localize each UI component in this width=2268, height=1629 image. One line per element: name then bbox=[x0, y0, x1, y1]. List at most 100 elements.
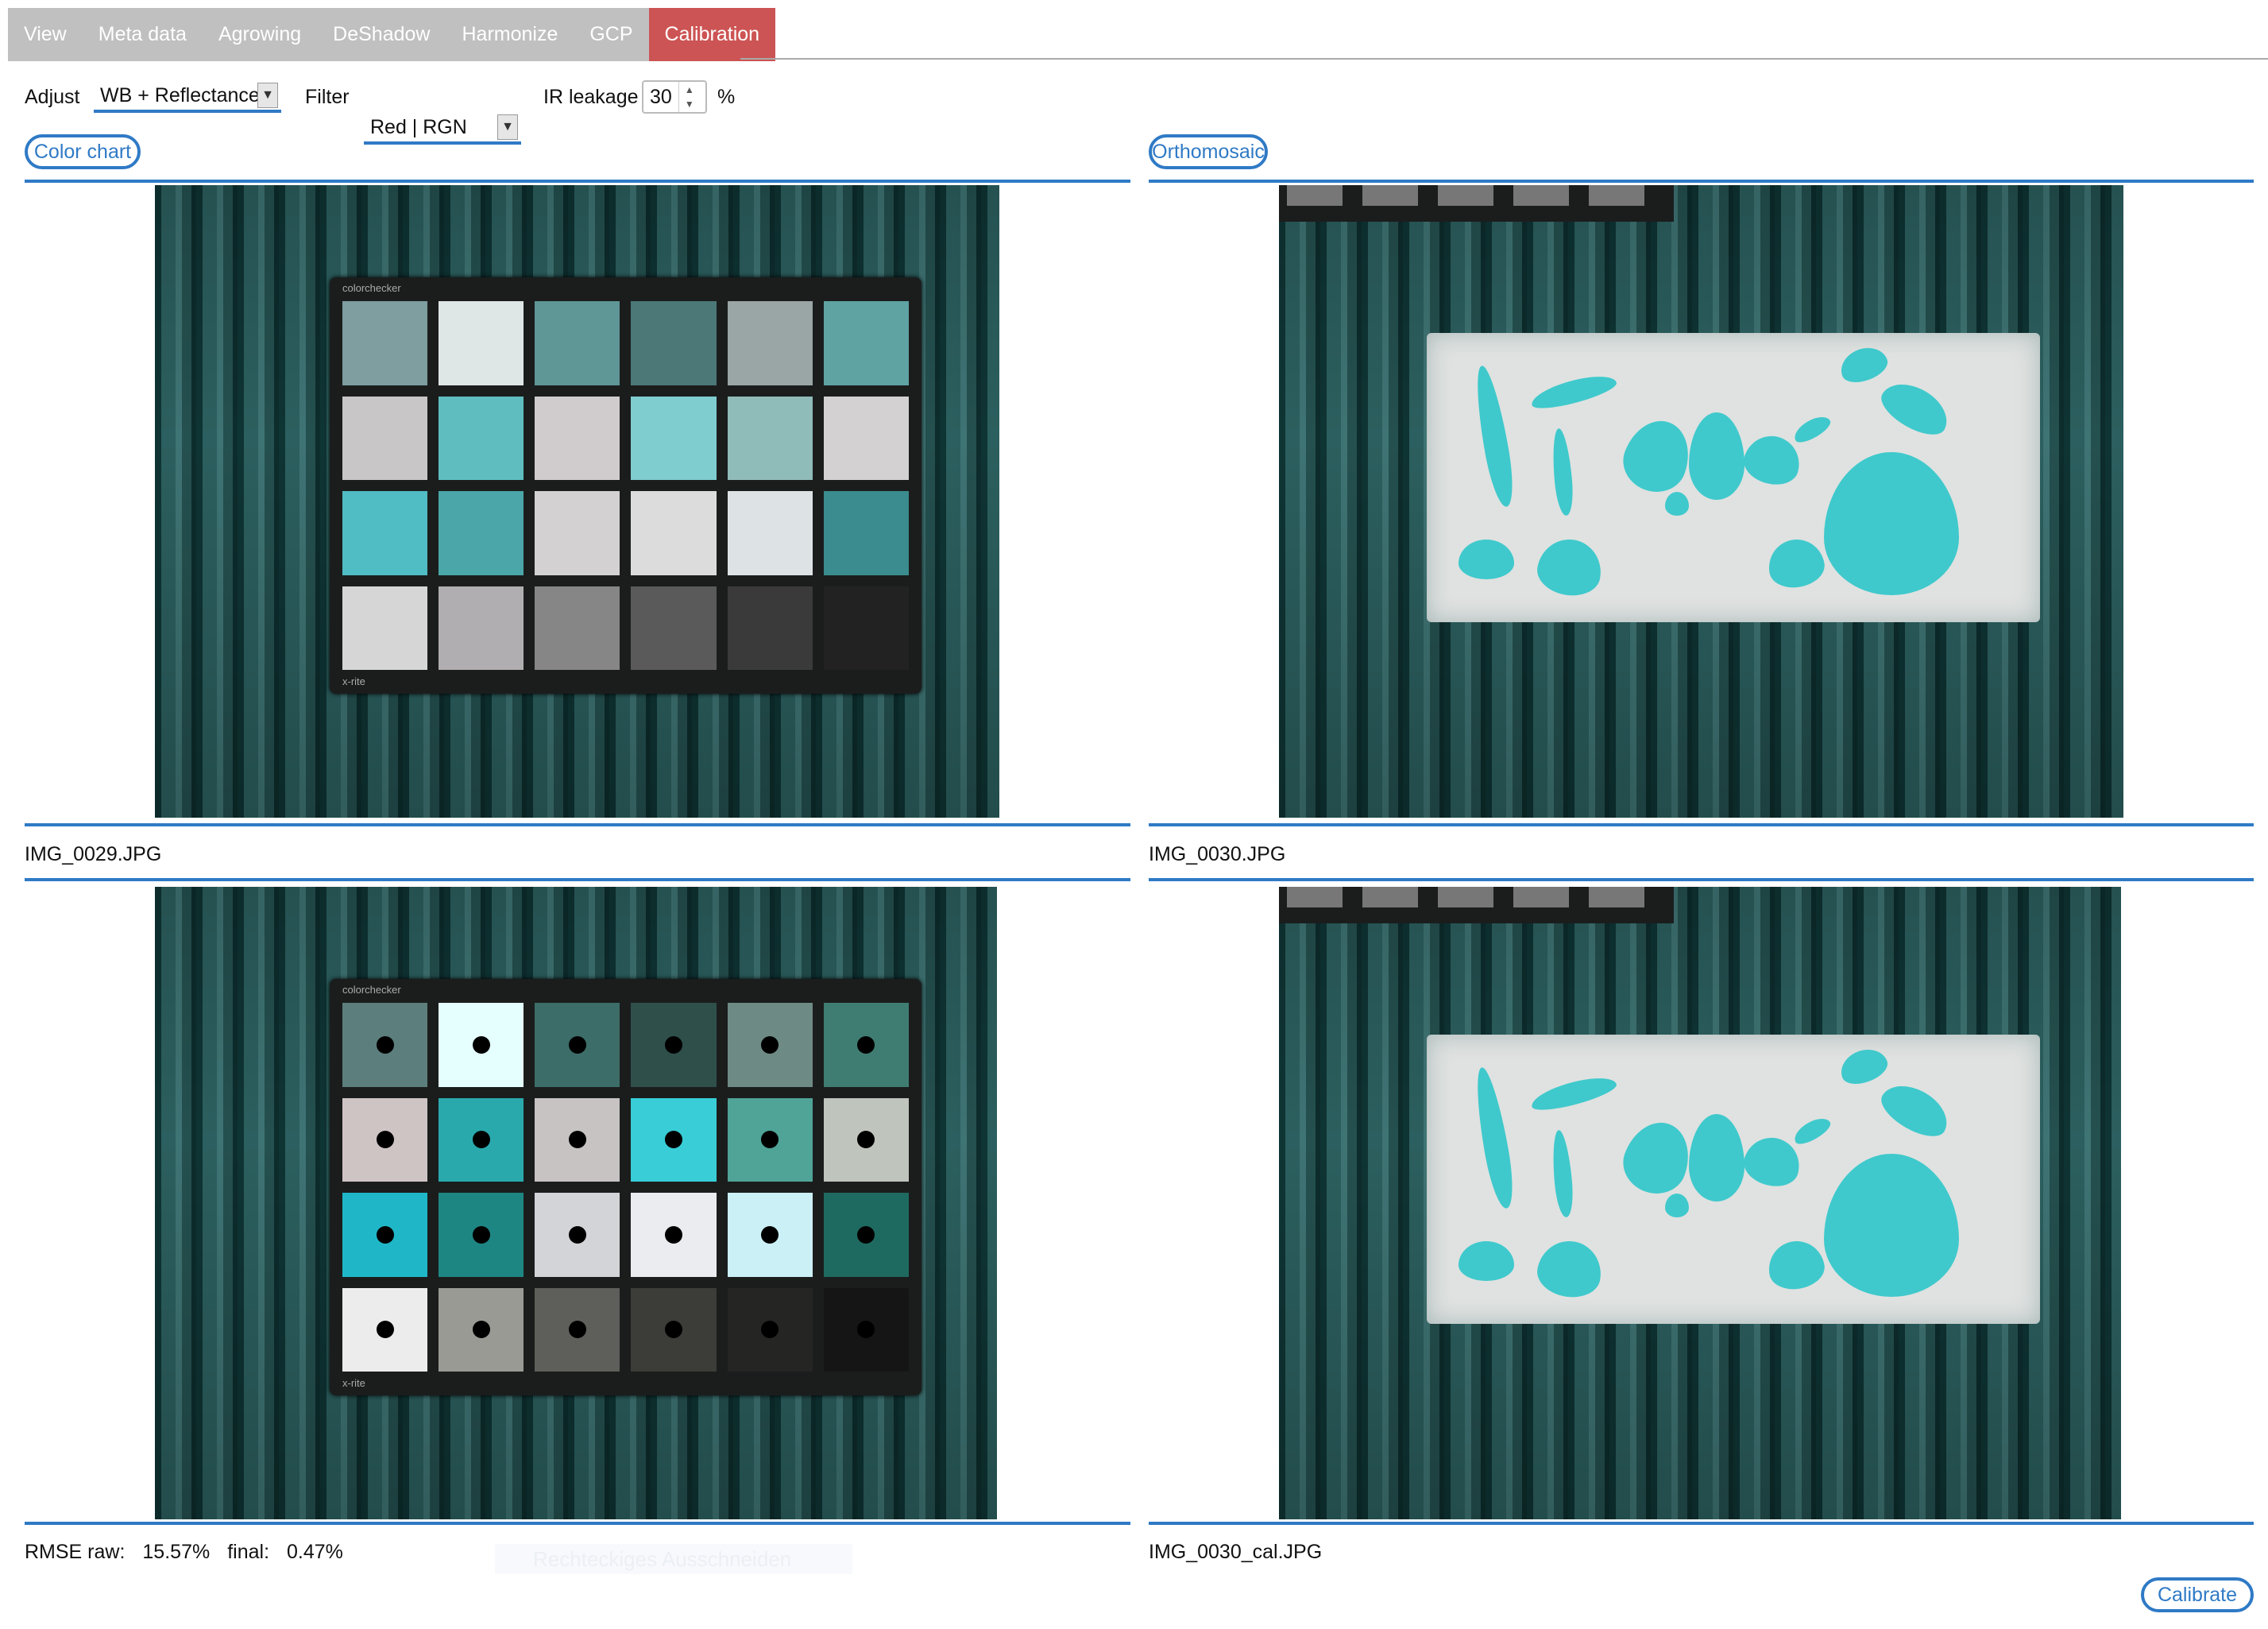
color-patch bbox=[631, 396, 717, 480]
divider bbox=[25, 823, 1130, 826]
color-patch bbox=[439, 1287, 524, 1372]
color-patch bbox=[727, 1097, 813, 1182]
chevron-down-icon[interactable]: ▼ bbox=[497, 114, 518, 140]
color-patch bbox=[535, 491, 620, 575]
orthomosaic-image bbox=[1279, 185, 2123, 818]
tab-harmonize[interactable]: Harmonize bbox=[446, 8, 574, 61]
tab-gcp[interactable]: GCP bbox=[574, 8, 648, 61]
ghost-tooltip: Rechteckiges Ausschneiden bbox=[495, 1544, 852, 1574]
foam-board bbox=[1427, 333, 2040, 622]
color-patch bbox=[439, 1193, 524, 1277]
color-patch bbox=[342, 396, 428, 480]
color-patch bbox=[631, 491, 717, 575]
foam-board bbox=[1427, 1035, 2040, 1324]
color-checker-card: colorchecker x-rite bbox=[330, 277, 921, 694]
color-patch bbox=[342, 1193, 428, 1277]
color-patch bbox=[727, 396, 813, 480]
sample-point bbox=[665, 1035, 683, 1054]
filter-select[interactable]: Red | RGN ▼ bbox=[364, 113, 521, 145]
color-patch bbox=[823, 396, 909, 480]
color-checker-card bbox=[1279, 185, 1674, 222]
leaf bbox=[1615, 1113, 1699, 1202]
ir-unit: % bbox=[717, 86, 736, 108]
color-patch bbox=[342, 301, 428, 385]
leaf bbox=[1790, 1112, 1834, 1149]
sample-point bbox=[761, 1035, 779, 1054]
leaf bbox=[1764, 1236, 1828, 1294]
rmse-raw-label: RMSE raw: bbox=[25, 1541, 126, 1563]
color-patch bbox=[823, 1003, 909, 1087]
leaf bbox=[1689, 1114, 1744, 1201]
sample-point bbox=[568, 1035, 586, 1054]
color-patch bbox=[631, 1097, 717, 1182]
leaf bbox=[1459, 1241, 1514, 1281]
sample-point bbox=[376, 1321, 394, 1339]
tab-view[interactable]: View bbox=[8, 8, 83, 61]
rmse-final-value: 0.47% bbox=[287, 1541, 343, 1563]
calibrated-color-chart-image: colorchecker x-rite bbox=[155, 887, 997, 1519]
calibrated-orthomosaic-image bbox=[1279, 887, 2121, 1519]
color-patch bbox=[823, 1287, 909, 1372]
stepper-arrows-icon[interactable]: ▲ ▼ bbox=[679, 83, 700, 111]
divider bbox=[1149, 823, 2254, 826]
color-patch bbox=[727, 1287, 813, 1372]
leaf bbox=[1764, 535, 1828, 592]
leaf bbox=[1874, 1074, 1957, 1146]
sample-point bbox=[568, 1131, 586, 1149]
sample-point bbox=[472, 1225, 490, 1244]
color-patch bbox=[823, 1097, 909, 1182]
leaf bbox=[1528, 1071, 1619, 1116]
leaf bbox=[1824, 452, 1959, 595]
chevron-down-icon[interactable]: ▼ bbox=[257, 83, 278, 108]
leaf bbox=[1824, 1154, 1959, 1297]
adjust-value: WB + Reflectance bbox=[100, 84, 260, 106]
color-patch bbox=[631, 1287, 717, 1372]
filename-calibrated-ortho: IMG_0030_cal.JPG bbox=[1149, 1541, 1323, 1563]
card-brand: colorchecker bbox=[342, 984, 401, 996]
card-brand: colorchecker bbox=[342, 282, 401, 294]
filter-value: Red | RGN bbox=[370, 116, 467, 138]
divider bbox=[25, 878, 1130, 881]
color-patch bbox=[535, 396, 620, 480]
color-patch bbox=[727, 586, 813, 670]
leaf bbox=[1874, 373, 1957, 444]
sample-point bbox=[761, 1131, 779, 1149]
sample-point bbox=[568, 1321, 586, 1339]
card-maker: x-rite bbox=[342, 675, 365, 687]
tab-meta-data[interactable]: Meta data bbox=[83, 8, 203, 61]
divider bbox=[1149, 878, 2254, 881]
leaf bbox=[1835, 1043, 1892, 1090]
sample-point bbox=[761, 1321, 779, 1339]
leaf bbox=[1665, 492, 1689, 516]
tab-deshadow[interactable]: DeShadow bbox=[317, 8, 446, 61]
rmse-final-label: final: bbox=[227, 1541, 270, 1563]
calibrate-button[interactable]: Calibrate bbox=[2141, 1577, 2254, 1612]
rmse-raw-value: 15.57% bbox=[142, 1541, 211, 1563]
color-patch bbox=[535, 1003, 620, 1087]
sample-point bbox=[376, 1035, 394, 1054]
color-checker-card bbox=[1279, 887, 1674, 923]
color-chart-image: colorchecker x-rite bbox=[155, 185, 999, 818]
sample-point bbox=[665, 1225, 683, 1244]
rmse-readout: RMSE raw: 15.57% final: 0.47% bbox=[25, 1536, 343, 1568]
filename-raw-chart: IMG_0029.JPG bbox=[25, 843, 162, 865]
ir-leakage-stepper[interactable]: 30 ▲ ▼ bbox=[642, 80, 707, 114]
divider bbox=[1149, 180, 2254, 183]
color-patch bbox=[342, 491, 428, 575]
leaf bbox=[1835, 341, 1892, 389]
color-patch bbox=[342, 1287, 428, 1372]
sample-point bbox=[761, 1225, 779, 1244]
adjust-label: Adjust bbox=[25, 86, 80, 108]
color-patch bbox=[535, 1193, 620, 1277]
adjust-select[interactable]: WB + Reflectance ▼ bbox=[94, 81, 281, 113]
color-patch bbox=[823, 586, 909, 670]
color-chart-button[interactable]: Color chart bbox=[25, 134, 141, 169]
ir-leakage-value[interactable]: 30 bbox=[643, 82, 679, 112]
sample-point bbox=[376, 1131, 394, 1149]
tab-calibration[interactable]: Calibration bbox=[648, 8, 776, 61]
tab-agrowing[interactable]: Agrowing bbox=[203, 8, 317, 61]
sample-point bbox=[472, 1035, 490, 1054]
orthomosaic-button[interactable]: Orthomosaic bbox=[1149, 134, 1268, 169]
color-patch bbox=[727, 491, 813, 575]
filter-label: Filter bbox=[305, 86, 350, 108]
